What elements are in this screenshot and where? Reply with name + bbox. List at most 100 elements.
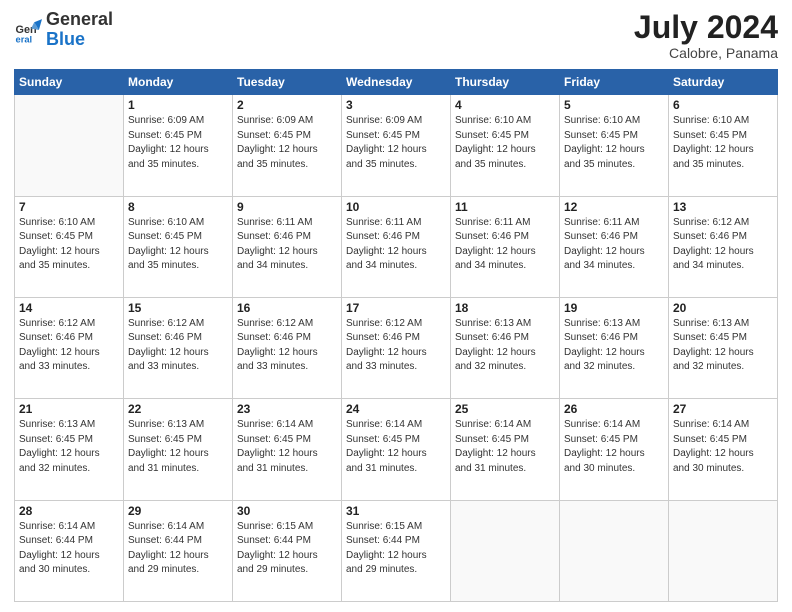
- day-number: 16: [237, 301, 337, 315]
- day-info: Sunrise: 6:14 AMSunset: 6:45 PMDaylight:…: [564, 418, 664, 476]
- calendar-header-row: SundayMondayTuesdayWednesdayThursdayFrid…: [15, 70, 778, 95]
- day-of-week-header: Thursday: [451, 70, 560, 95]
- day-number: 10: [346, 200, 446, 214]
- day-number: 17: [346, 301, 446, 315]
- month-year: July 2024: [634, 10, 778, 45]
- calendar-cell: 30Sunrise: 6:15 AMSunset: 6:44 PMDayligh…: [233, 500, 342, 601]
- day-info: Sunrise: 6:13 AMSunset: 6:46 PMDaylight:…: [564, 317, 664, 375]
- day-info: Sunrise: 6:13 AMSunset: 6:45 PMDaylight:…: [128, 418, 228, 476]
- calendar-cell: 17 Sunrise: 6:12 AMSunset: 6:46 PMDayligh…: [342, 297, 451, 398]
- calendar-cell: 11 Sunrise: 6:11 AMSunset: 6:46 PMDayligh…: [451, 196, 560, 297]
- calendar-cell: 1 Sunrise: 6:09 AMSunset: 6:45 PMDaylight…: [124, 95, 233, 196]
- calendar-cell: 2Sunrise: 6:09 AMSunset: 6:45 PMDaylight…: [233, 95, 342, 196]
- day-info: Sunrise: 6:13 AMSunset: 6:46 PMDaylight:…: [455, 317, 555, 375]
- day-number: 22: [128, 402, 228, 416]
- calendar-week-row: 28 Sunrise: 6:14 AMSunset: 6:44 PMDayligh…: [15, 500, 778, 601]
- day-info: Sunrise: 6:14 AMSunset: 6:44 PMDaylight:…: [128, 520, 228, 578]
- calendar-cell: 22 Sunrise: 6:13 AMSunset: 6:45 PMDayligh…: [124, 399, 233, 500]
- location: Calobre, Panama: [634, 45, 778, 61]
- day-info: Sunrise: 6:10 AMSunset: 6:45 PMDaylight:…: [128, 216, 228, 274]
- day-number: 3: [346, 98, 446, 112]
- day-number: 24: [346, 402, 446, 416]
- day-number: 1: [128, 98, 228, 112]
- calendar-cell: 12 Sunrise: 6:11 AMSunset: 6:46 PMDayligh…: [560, 196, 669, 297]
- day-info: Sunrise: 6:12 AMSunset: 6:46 PMDaylight:…: [237, 317, 337, 375]
- calendar-cell: 10 Sunrise: 6:11 AMSunset: 6:46 PMDayligh…: [342, 196, 451, 297]
- day-of-week-header: Tuesday: [233, 70, 342, 95]
- logo-blue: Blue: [46, 29, 85, 49]
- day-info: Sunrise: 6:14 AMSunset: 6:45 PMDaylight:…: [455, 418, 555, 476]
- header: Gen eral General Blue July 2024 Calobre,…: [14, 10, 778, 61]
- calendar-cell: 18 Sunrise: 6:13 AMSunset: 6:46 PMDayligh…: [451, 297, 560, 398]
- calendar-cell: 16 Sunrise: 6:12 AMSunset: 6:46 PMDayligh…: [233, 297, 342, 398]
- day-info: Sunrise: 6:14 AMSunset: 6:45 PMDaylight:…: [346, 418, 446, 476]
- calendar-cell: 9Sunrise: 6:11 AMSunset: 6:46 PMDaylight…: [233, 196, 342, 297]
- calendar-cell: 21Sunrise: 6:13 AMSunset: 6:45 PMDayligh…: [15, 399, 124, 500]
- day-number: 12: [564, 200, 664, 214]
- calendar-cell: 28Sunrise: 6:14 AMSunset: 6:44 PMDayligh…: [15, 500, 124, 601]
- day-info: Sunrise: 6:12 AMSunset: 6:46 PMDaylight:…: [128, 317, 228, 375]
- day-number: 9: [237, 200, 337, 214]
- calendar-week-row: 14 Sunrise: 6:12 AMSunset: 6:46 PMDayligh…: [15, 297, 778, 398]
- calendar-cell: 8 Sunrise: 6:10 AMSunset: 6:45 PMDaylight…: [124, 196, 233, 297]
- calendar-cell: 19 Sunrise: 6:13 AMSunset: 6:46 PMDayligh…: [560, 297, 669, 398]
- day-number: 26: [564, 402, 664, 416]
- day-info: Sunrise: 6:12 AMSunset: 6:46 PMDaylight:…: [346, 317, 446, 375]
- calendar-cell: 25 Sunrise: 6:14 AMSunset: 6:45 PMDayligh…: [451, 399, 560, 500]
- day-info: Sunrise: 6:11 AMSunset: 6:46 PMDaylight:…: [455, 216, 555, 274]
- day-of-week-header: Saturday: [669, 70, 778, 95]
- calendar-cell: 27 Sunrise: 6:14 AMSunset: 6:45 PMDayligh…: [669, 399, 778, 500]
- day-of-week-header: Monday: [124, 70, 233, 95]
- calendar-cell: 24 Sunrise: 6:14 AMSunset: 6:45 PMDayligh…: [342, 399, 451, 500]
- day-number: 20: [673, 301, 773, 315]
- calendar-cell: 14Sunrise: 6:12 AMSunset: 6:46 PMDayligh…: [15, 297, 124, 398]
- calendar-cell: 20 Sunrise: 6:13 AMSunset: 6:45 PMDayligh…: [669, 297, 778, 398]
- day-of-week-header: Sunday: [15, 70, 124, 95]
- day-info: Sunrise: 6:14 AMSunset: 6:45 PMDaylight:…: [237, 418, 337, 476]
- calendar-cell: [15, 95, 124, 196]
- day-info: Sunrise: 6:14 AMSunset: 6:45 PMDaylight:…: [673, 418, 773, 476]
- svg-text:eral: eral: [16, 34, 33, 44]
- day-number: 18: [455, 301, 555, 315]
- logo-general: General: [46, 9, 113, 29]
- day-number: 27: [673, 402, 773, 416]
- day-info: Sunrise: 6:13 AMSunset: 6:45 PMDaylight:…: [673, 317, 773, 375]
- day-of-week-header: Friday: [560, 70, 669, 95]
- day-number: 2: [237, 98, 337, 112]
- day-number: 4: [455, 98, 555, 112]
- day-info: Sunrise: 6:11 AMSunset: 6:46 PMDaylight:…: [564, 216, 664, 274]
- day-info: Sunrise: 6:11 AMSunset: 6:46 PMDaylight:…: [346, 216, 446, 274]
- day-number: 13: [673, 200, 773, 214]
- day-info: Sunrise: 6:15 AMSunset: 6:44 PMDaylight:…: [237, 520, 337, 578]
- day-info: Sunrise: 6:09 AMSunset: 6:45 PMDaylight:…: [128, 114, 228, 172]
- day-number: 19: [564, 301, 664, 315]
- calendar-cell: 26 Sunrise: 6:14 AMSunset: 6:45 PMDayligh…: [560, 399, 669, 500]
- day-number: 6: [673, 98, 773, 112]
- calendar-cell: 29 Sunrise: 6:14 AMSunset: 6:44 PMDayligh…: [124, 500, 233, 601]
- day-info: Sunrise: 6:12 AMSunset: 6:46 PMDaylight:…: [673, 216, 773, 274]
- calendar-cell: 5Sunrise: 6:10 AMSunset: 6:45 PMDaylight…: [560, 95, 669, 196]
- day-number: 21: [19, 402, 119, 416]
- day-of-week-header: Wednesday: [342, 70, 451, 95]
- day-number: 25: [455, 402, 555, 416]
- day-number: 7: [19, 200, 119, 214]
- day-number: 11: [455, 200, 555, 214]
- day-info: Sunrise: 6:15 AMSunset: 6:44 PMDaylight:…: [346, 520, 446, 578]
- calendar-week-row: 1 Sunrise: 6:09 AMSunset: 6:45 PMDaylight…: [15, 95, 778, 196]
- title-block: July 2024 Calobre, Panama: [634, 10, 778, 61]
- calendar-cell: 31 Sunrise: 6:15 AMSunset: 6:44 PMDayligh…: [342, 500, 451, 601]
- day-info: Sunrise: 6:10 AMSunset: 6:45 PMDaylight:…: [673, 114, 773, 172]
- day-number: 28: [19, 504, 119, 518]
- calendar-week-row: 7 Sunrise: 6:10 AMSunset: 6:45 PMDaylight…: [15, 196, 778, 297]
- calendar-cell: 13 Sunrise: 6:12 AMSunset: 6:46 PMDayligh…: [669, 196, 778, 297]
- calendar-cell: [560, 500, 669, 601]
- day-number: 14: [19, 301, 119, 315]
- day-info: Sunrise: 6:10 AMSunset: 6:45 PMDaylight:…: [564, 114, 664, 172]
- calendar-cell: 15 Sunrise: 6:12 AMSunset: 6:46 PMDayligh…: [124, 297, 233, 398]
- day-number: 15: [128, 301, 228, 315]
- calendar-cell: [669, 500, 778, 601]
- calendar-week-row: 21 Sunrise: 6:13 AMSunset: 6:45 PMDayligh…: [15, 399, 778, 500]
- day-number: 29: [128, 504, 228, 518]
- day-number: 31: [346, 504, 446, 518]
- day-number: 8: [128, 200, 228, 214]
